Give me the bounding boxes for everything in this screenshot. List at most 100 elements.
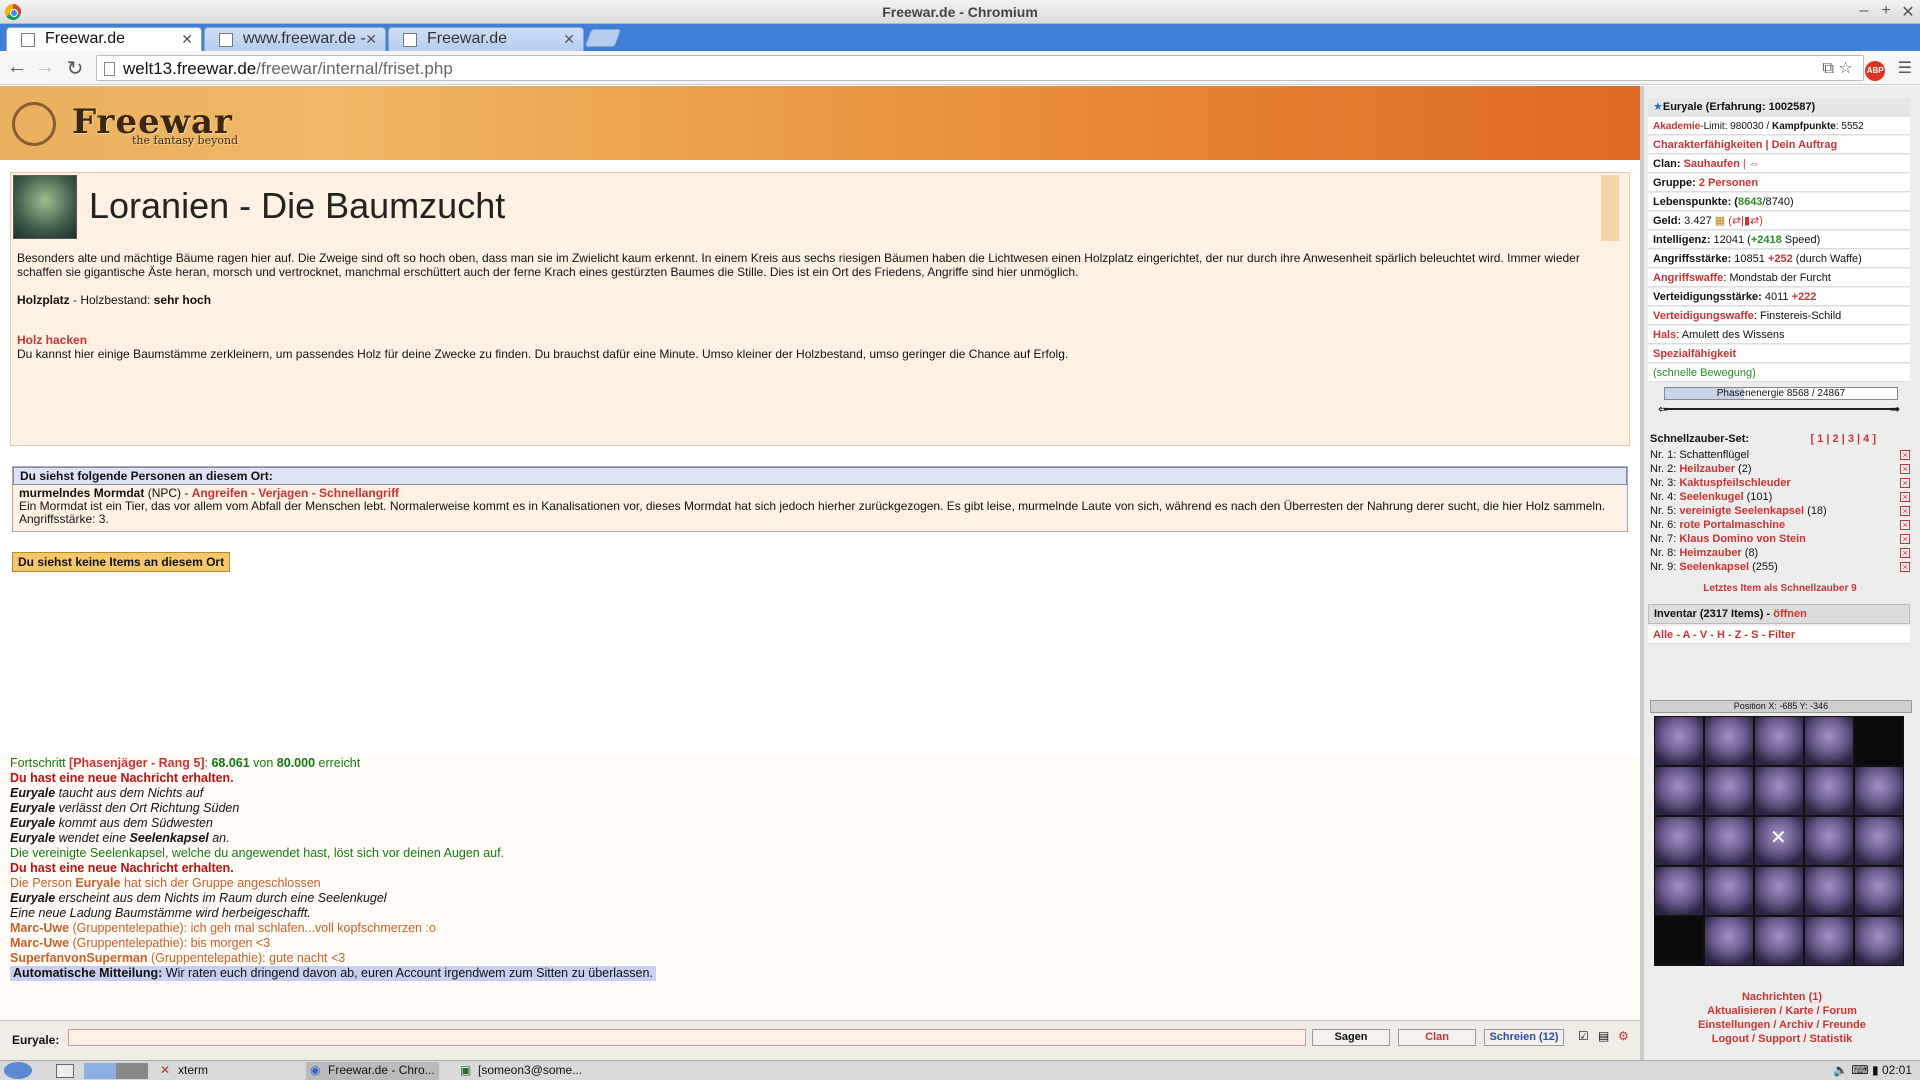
character-name[interactable]: Euryale (Erfahrung: 1002587) (1663, 101, 1815, 113)
start-menu-icon[interactable] (4, 1062, 32, 1079)
map-tile[interactable] (1654, 866, 1704, 916)
inventory-filter[interactable]: Alle - A - V - H - Z - S - Filter (1648, 626, 1910, 644)
checkbox-icon[interactable]: ☑ (1578, 1029, 1589, 1043)
map-tile[interactable] (1854, 866, 1904, 916)
maximize-icon[interactable]: + (1876, 2, 1896, 20)
remove-spell-icon[interactable]: × (1900, 520, 1910, 530)
arrow-right-icon[interactable]: ⇒ (1890, 400, 1900, 419)
weapon-label[interactable]: Angriffswaffe (1653, 272, 1723, 284)
tab-close-icon[interactable]: ✕ (181, 31, 193, 48)
map-tile[interactable] (1654, 816, 1704, 866)
spell-name[interactable]: Heimzauber (1679, 547, 1741, 559)
arrow-left-icon[interactable]: ⇐ (1658, 400, 1668, 419)
remove-spell-icon[interactable]: × (1900, 478, 1910, 488)
freewar-logo[interactable]: Freewar the fantasy beyond (12, 102, 238, 147)
schreien-button[interactable]: Schreien (12) (1484, 1029, 1564, 1046)
map-tile[interactable] (1804, 766, 1854, 816)
remove-spell-icon[interactable]: × (1900, 492, 1910, 502)
chat-sender[interactable]: Marc-Uwe (10, 921, 69, 935)
energy-slider[interactable] (1664, 408, 1898, 410)
back-arrow-icon[interactable]: ← (4, 56, 30, 79)
map-tile[interactable] (1704, 766, 1754, 816)
remove-spell-icon[interactable]: × (1900, 562, 1910, 572)
map-tile[interactable] (1804, 916, 1854, 966)
spell-name[interactable]: Kaktuspfeilschleuder (1679, 477, 1790, 489)
clock[interactable]: 02:01 (1882, 1063, 1912, 1077)
current-position-tile[interactable] (1754, 816, 1804, 866)
close-icon[interactable]: ✕ (1898, 2, 1918, 22)
character-links[interactable]: Charakterfähigkeiten | Dein Auftrag (1648, 136, 1910, 154)
shield-label[interactable]: Verteidigungswaffe (1653, 310, 1754, 322)
tab-www-freewar[interactable]: www.freewar.de - ✕ (204, 27, 386, 51)
tab-close-icon[interactable]: ✕ (365, 31, 377, 48)
nachrichten-link[interactable]: Nachrichten (1) (1644, 990, 1920, 1004)
no-items-button[interactable]: Du siehst keine Items an diesem Ort (12, 552, 231, 572)
tab-freewar-active[interactable]: Freewar.de ✕ (6, 27, 202, 52)
map-tile[interactable] (1804, 816, 1854, 866)
spell-name[interactable]: Seelenkugel (1679, 491, 1743, 503)
workspace-1[interactable] (84, 1063, 116, 1079)
network-icon[interactable]: ▮ (1872, 1063, 1879, 1077)
map-tile[interactable] (1704, 916, 1754, 966)
neck-label[interactable]: Hals (1653, 329, 1676, 341)
bookmark-star-icon[interactable]: ☆ (1838, 60, 1852, 77)
chat-sender[interactable]: Marc-Uwe (10, 936, 69, 950)
spell-name[interactable]: Schattenflügel (1679, 449, 1749, 461)
spell-sets[interactable]: [ 1 | 2 | 3 | 4 ] (1811, 432, 1876, 446)
holz-hacken-link[interactable]: Holz hacken (17, 333, 87, 347)
sagen-button[interactable]: Sagen (1312, 1029, 1390, 1046)
bank-icons[interactable]: (⇄|▮⇄) (1728, 215, 1763, 227)
logout-links[interactable]: Logout / Support / Statistik (1644, 1032, 1920, 1046)
map-tile[interactable] (1804, 866, 1854, 916)
minimize-icon[interactable]: – (1854, 2, 1874, 20)
taskbar-terminal[interactable]: ▣ [someon3@some... (456, 1062, 586, 1080)
spell-name[interactable]: Seelenkapsel (1679, 561, 1749, 573)
translate-icon[interactable]: ⧉ (1823, 60, 1834, 77)
list-icon[interactable]: ▤ (1598, 1029, 1609, 1043)
last-item-link[interactable]: Letztes Item als Schnellzauber 9 (1650, 582, 1910, 596)
spell-name[interactable]: Klaus Domino von Stein (1679, 533, 1806, 545)
show-desktop-icon[interactable] (56, 1064, 74, 1078)
remove-spell-icon[interactable]: × (1900, 450, 1910, 460)
map-tile[interactable] (1654, 766, 1704, 816)
chat-input[interactable] (68, 1029, 1306, 1046)
special-ability-link[interactable]: Spezialfähigkeit (1648, 345, 1910, 363)
settings-icon[interactable]: ⚙ (1618, 1029, 1629, 1043)
map-tile[interactable] (1804, 716, 1854, 766)
clan-link[interactable]: Sauhaufen (1684, 158, 1740, 170)
inventory-open-link[interactable]: öffnen (1773, 608, 1807, 620)
map-tile[interactable] (1854, 716, 1904, 766)
address-bar[interactable]: welt13.freewar.de/freewar/internal/frise… (96, 55, 1864, 81)
menu-icon[interactable]: ☰ (1898, 60, 1912, 77)
map-tile[interactable] (1654, 916, 1704, 966)
tab-close-icon[interactable]: ✕ (563, 31, 575, 48)
npc-actions-links[interactable]: Angreifen - Verjagen - Schnellangriff (192, 486, 399, 500)
volume-icon[interactable]: 🔈 (1833, 1063, 1848, 1077)
tab-freewar-2[interactable]: Freewar.de ✕ (388, 27, 584, 51)
chat-sender[interactable]: SuperfanvonSuperman (10, 951, 148, 965)
keyboard-icon[interactable]: ⌨ (1851, 1063, 1868, 1077)
remove-spell-icon[interactable]: × (1900, 506, 1910, 516)
map-tile[interactable] (1704, 716, 1754, 766)
spell-name[interactable]: Heilzauber (1679, 463, 1735, 475)
map-tile[interactable] (1704, 816, 1754, 866)
einstellungen-links[interactable]: Einstellungen / Archiv / Freunde (1644, 1018, 1920, 1032)
spell-name[interactable]: rote Portalmaschine (1679, 519, 1785, 531)
reload-icon[interactable]: ↻ (62, 56, 88, 81)
akademie-link[interactable]: Akademie (1653, 121, 1700, 132)
map-tile[interactable] (1754, 866, 1804, 916)
group-link[interactable]: 2 Personen (1699, 177, 1758, 189)
adblock-icon[interactable]: ABP (1865, 61, 1886, 81)
map-tile[interactable] (1854, 816, 1904, 866)
remove-spell-icon[interactable]: × (1900, 548, 1910, 558)
map-tile[interactable] (1754, 766, 1804, 816)
map-tile[interactable] (1704, 866, 1754, 916)
remove-spell-icon[interactable]: × (1900, 534, 1910, 544)
map-tile[interactable] (1854, 766, 1904, 816)
clan-arrows-icon[interactable]: | ⇔ (1743, 158, 1760, 170)
aktualisieren-links[interactable]: Aktualisieren / Karte / Forum (1644, 1004, 1920, 1018)
map-tile[interactable] (1654, 716, 1704, 766)
remove-spell-icon[interactable]: × (1900, 464, 1910, 474)
map-tile[interactable] (1754, 916, 1804, 966)
map-tile[interactable] (1754, 716, 1804, 766)
